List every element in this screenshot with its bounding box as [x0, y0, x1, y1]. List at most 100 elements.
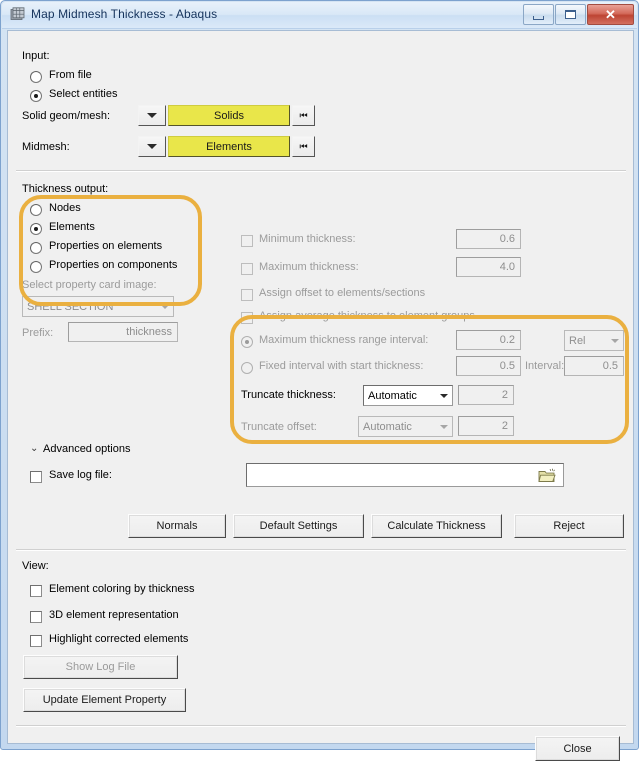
checkbox-assign-offset[interactable]: [241, 289, 253, 301]
show-log-file-button[interactable]: Show Log File: [23, 655, 178, 679]
chevron-expand-icon[interactable]: ⌄: [30, 443, 38, 454]
normals-button[interactable]: Normals: [128, 514, 226, 538]
maximum-range-interval-label: Maximum thickness range interval:: [259, 334, 429, 346]
radio-select-entities-label: Select entities: [49, 88, 118, 100]
midmesh-label: Midmesh:: [22, 141, 70, 153]
truncate-offset-combo[interactable]: Automatic: [358, 416, 453, 437]
show-log-file-button-label: Show Log File: [65, 661, 136, 673]
radio-from-file-label: From file: [49, 69, 92, 81]
truncate-offset-field[interactable]: 2: [458, 416, 514, 436]
fixed-interval-label: Fixed interval with start thickness:: [259, 360, 424, 372]
chevron-down-icon: [440, 424, 448, 429]
calculate-thickness-button-label: Calculate Thickness: [387, 520, 486, 532]
maximum-thickness-field[interactable]: 4.0: [456, 257, 521, 277]
radio-from-file[interactable]: [30, 71, 42, 83]
window-controls: ✕: [522, 4, 634, 25]
3d-element-representation-label: 3D element representation: [49, 609, 179, 621]
rewind-icon: ⏮: [299, 110, 308, 120]
radio-properties-on-elements-label: Properties on elements: [49, 240, 163, 252]
divider-input: [16, 170, 626, 172]
radio-properties-on-elements[interactable]: [30, 242, 42, 254]
interval-label: Interval:: [525, 360, 565, 372]
update-element-property-button[interactable]: Update Element Property: [23, 688, 186, 712]
assign-offset-label: Assign offset to elements/sections: [259, 287, 426, 299]
update-element-property-button-label: Update Element Property: [42, 694, 167, 706]
truncate-thickness-label: Truncate thickness:: [241, 389, 336, 401]
prefix-value: thickness: [126, 326, 172, 338]
radio-maximum-range-interval[interactable]: [241, 336, 253, 348]
card-image-combo[interactable]: SHELL SECTION: [22, 296, 174, 317]
minimize-icon: [533, 16, 544, 20]
checkbox-3d-element-representation[interactable]: [30, 611, 42, 623]
close-window-button[interactable]: ✕: [587, 4, 634, 25]
checkbox-save-log-file[interactable]: [30, 471, 42, 483]
element-coloring-label: Element coloring by thickness: [49, 583, 195, 595]
radio-elements[interactable]: [30, 223, 42, 235]
title-bar[interactable]: Map Midmesh Thickness - Abaqus ✕: [2, 2, 637, 29]
truncate-thickness-combo[interactable]: Automatic: [363, 385, 453, 406]
app-window-icon: [10, 7, 25, 20]
minimize-button[interactable]: [523, 4, 554, 25]
thickness-output-group-label: Thickness output:: [22, 183, 109, 195]
radio-select-entities[interactable]: [30, 90, 42, 102]
maximum-range-interval-field[interactable]: 0.2: [456, 330, 521, 350]
maximum-thickness-label: Maximum thickness:: [259, 261, 359, 273]
calculate-thickness-button[interactable]: Calculate Thickness: [371, 514, 502, 538]
checkbox-element-coloring[interactable]: [30, 585, 42, 597]
radio-fixed-interval[interactable]: [241, 362, 253, 374]
midmesh-reset-button[interactable]: ⏮: [292, 136, 315, 157]
midmesh-selector-label: Elements: [206, 140, 252, 153]
prefix-field[interactable]: thickness: [68, 322, 178, 342]
truncate-thickness-field[interactable]: 2: [458, 385, 514, 405]
midmesh-dropdown-button[interactable]: [138, 136, 166, 157]
input-group-label: Input:: [22, 50, 50, 62]
solid-geom-reset-button[interactable]: ⏮: [292, 105, 315, 126]
default-settings-button[interactable]: Default Settings: [233, 514, 364, 538]
fixed-interval-field[interactable]: 0.5: [456, 356, 521, 376]
card-image-label: Select property card image:: [22, 279, 157, 291]
checkbox-minimum-thickness[interactable]: [241, 235, 253, 247]
window-title: Map Midmesh Thickness - Abaqus: [31, 7, 218, 21]
radio-nodes[interactable]: [30, 204, 42, 216]
truncate-thickness-value: 2: [501, 389, 508, 401]
radio-nodes-label: Nodes: [49, 202, 81, 214]
radio-properties-on-components[interactable]: [30, 261, 42, 273]
app-window: Map Midmesh Thickness - Abaqus ✕ Input: …: [0, 0, 639, 761]
range-unit-combo[interactable]: Rel: [564, 330, 624, 351]
range-unit-value: Rel: [569, 334, 586, 347]
solid-geom-selector-button[interactable]: Solids: [168, 105, 290, 126]
checkbox-highlight-corrected-elements[interactable]: [30, 635, 42, 647]
checkbox-assign-average[interactable]: [241, 312, 253, 324]
reject-button[interactable]: Reject: [514, 514, 624, 538]
normals-button-label: Normals: [156, 520, 198, 532]
card-image-value: SHELL SECTION: [27, 300, 114, 313]
reject-button-label: Reject: [553, 520, 585, 532]
chevron-down-icon: [147, 144, 157, 149]
solid-geom-dropdown-button[interactable]: [138, 105, 166, 126]
close-icon: ✕: [605, 6, 616, 22]
folder-open-icon[interactable]: [538, 468, 556, 484]
radio-elements-label: Elements: [49, 221, 95, 233]
minimum-thickness-value: 0.6: [499, 233, 515, 245]
truncate-thickness-mode: Automatic: [368, 389, 417, 402]
radio-properties-on-components-label: Properties on components: [49, 259, 178, 271]
minimum-thickness-field[interactable]: 0.6: [456, 229, 521, 249]
chevron-down-icon: [611, 338, 619, 343]
truncate-offset-mode: Automatic: [363, 420, 412, 433]
close-button[interactable]: Close: [535, 736, 620, 761]
divider-footer: [16, 725, 626, 727]
checkbox-maximum-thickness[interactable]: [241, 263, 253, 275]
solid-geom-selector-label: Solids: [214, 109, 244, 122]
advanced-options-label: Advanced options: [43, 443, 131, 455]
save-log-path-field[interactable]: [246, 463, 564, 487]
midmesh-selector-button[interactable]: Elements: [168, 136, 290, 157]
maximize-button[interactable]: [555, 4, 586, 25]
interval-value: 0.5: [602, 360, 618, 372]
truncate-offset-label: Truncate offset:: [241, 421, 317, 433]
truncate-offset-value: 2: [501, 420, 508, 432]
view-group-label: View:: [22, 560, 49, 572]
maximize-icon: [565, 10, 576, 19]
minimum-thickness-label: Minimum thickness:: [259, 233, 356, 245]
interval-field[interactable]: 0.5: [564, 356, 624, 376]
rewind-icon: ⏮: [299, 141, 308, 151]
